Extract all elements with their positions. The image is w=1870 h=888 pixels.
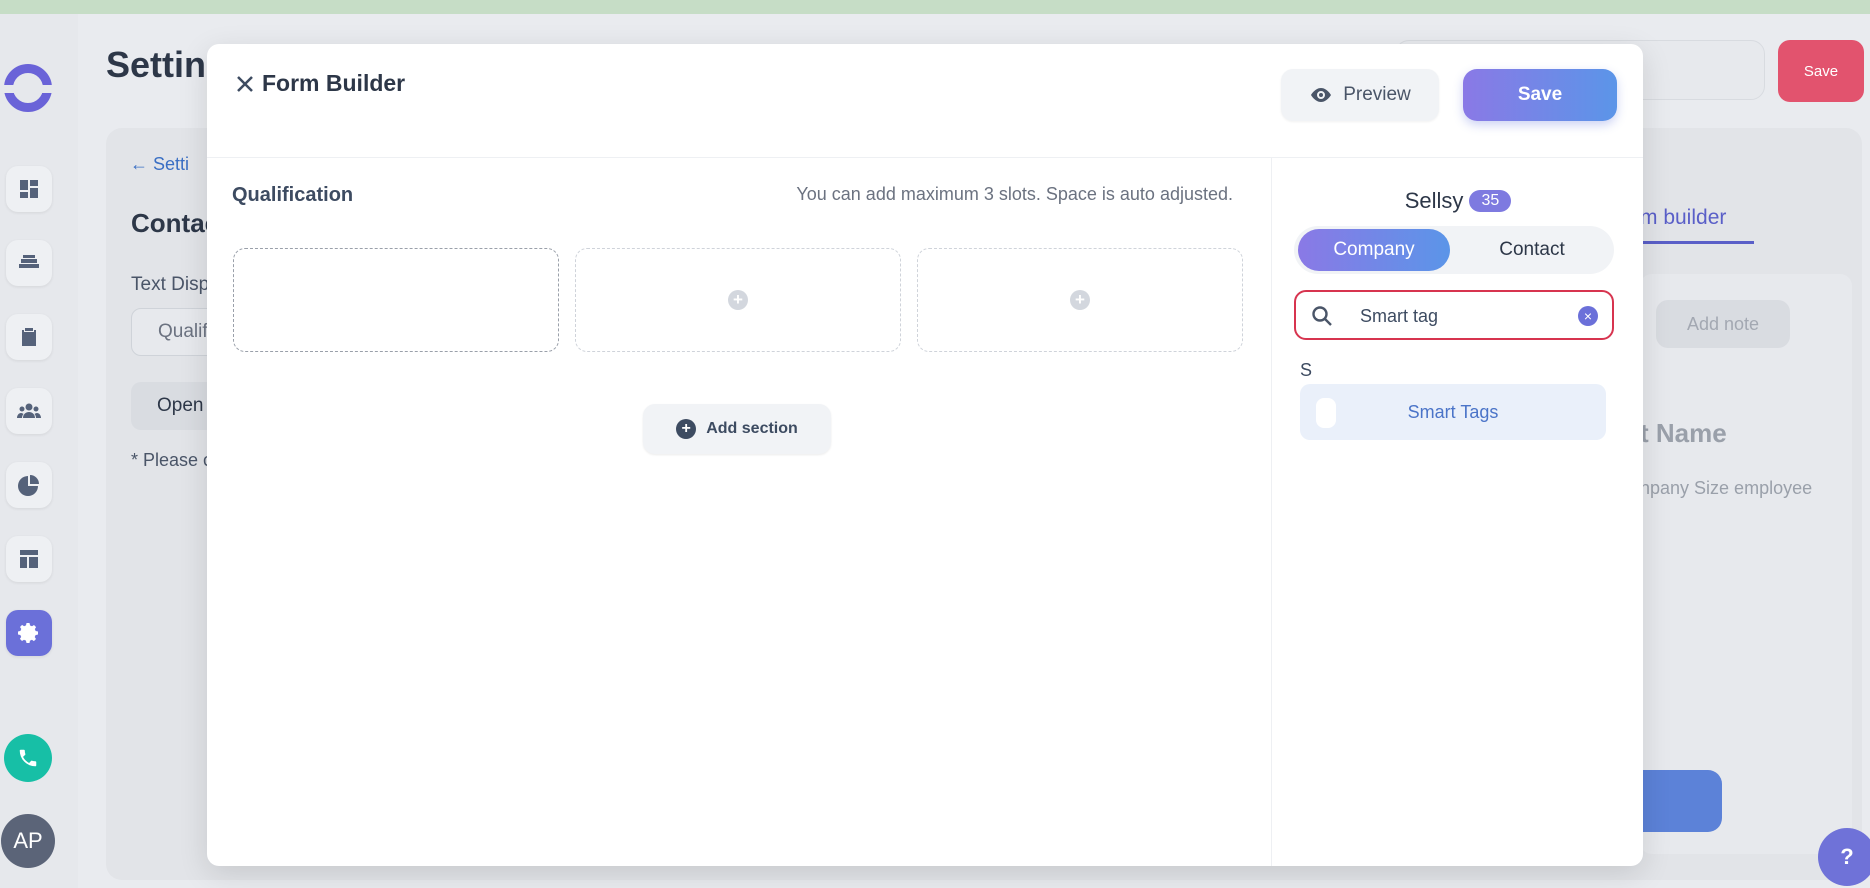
tab-contact[interactable]: Contact (1454, 229, 1610, 271)
bg-please-note: * Please c (131, 450, 213, 470)
help-chat-icon[interactable]: ? (1818, 828, 1870, 886)
slot-2[interactable]: + (575, 248, 901, 352)
preview-label: Preview (1343, 84, 1411, 105)
bg-save-button[interactable]: Save (1778, 40, 1864, 102)
entity-toggle: Company Contact (1294, 226, 1614, 274)
field-count-badge: 35 (1469, 190, 1512, 212)
top-banner (0, 0, 1870, 14)
phone-icon[interactable] (4, 734, 52, 782)
bg-add-note-button[interactable]: Add note (1656, 300, 1790, 348)
bg-tab-form-builder[interactable]: m builder (1640, 206, 1726, 230)
page-title: Settin (106, 44, 207, 85)
dashboard-icon[interactable] (6, 166, 52, 212)
bg-contact-heading: Contac (131, 208, 220, 238)
bg-preview-panel (1640, 274, 1852, 854)
clear-search-icon[interactable]: × (1578, 306, 1598, 326)
add-section-button[interactable]: + Add section (643, 404, 831, 454)
slots-hint: You can add maximum 3 slots. Space is au… (796, 184, 1233, 204)
eye-icon (1311, 88, 1332, 102)
tab-company[interactable]: Company (1298, 229, 1450, 271)
provider-name: Sellsy (1404, 188, 1464, 213)
app-logo-icon[interactable] (1, 64, 61, 112)
slot-1[interactable] (233, 248, 559, 352)
clipboard-icon[interactable] (6, 314, 52, 360)
group-letter: S (1300, 360, 1313, 380)
preview-button[interactable]: Preview (1281, 69, 1439, 121)
bg-primary-button[interactable] (1640, 770, 1722, 832)
slot-3[interactable]: + (917, 248, 1243, 352)
modal-header: Form Builder Preview Save (207, 44, 1643, 158)
user-avatar[interactable]: AP (1, 814, 55, 868)
list-item-label: Smart Tags (1407, 401, 1499, 422)
bg-text-display-label: Text Disp (131, 274, 210, 295)
provider-header: Sellsy 35 (1272, 188, 1643, 214)
field-search-box: × (1294, 290, 1614, 340)
layout-icon[interactable] (6, 536, 52, 582)
save-button[interactable]: Save (1463, 69, 1617, 121)
settings-gear-icon[interactable] (6, 610, 52, 656)
pie-chart-icon[interactable] (6, 462, 52, 508)
add-section-label: Add section (706, 420, 798, 437)
avatar-initials: AP (13, 828, 43, 853)
close-icon[interactable] (233, 72, 259, 98)
bg-back-label: Setti (153, 154, 190, 174)
field-search-input[interactable] (1360, 302, 1560, 330)
list-item[interactable]: Smart Tags (1300, 384, 1606, 440)
form-builder-modal: Form Builder Preview Save Qualification … (207, 44, 1643, 866)
bg-company-size-label: npany Size employee (1640, 478, 1813, 498)
add-slot-icon[interactable]: + (1070, 290, 1090, 310)
sidebar: AP (0, 14, 78, 888)
bg-back-link[interactable]: ← Setti (130, 154, 189, 175)
bg-tab-underline (1640, 241, 1754, 244)
users-icon[interactable] (6, 388, 52, 434)
add-slot-icon[interactable]: + (728, 290, 748, 310)
fields-panel: Sellsy 35 Company Contact × S Smart Tags (1271, 158, 1643, 866)
layers-icon[interactable] (6, 240, 52, 286)
search-icon (1312, 306, 1332, 326)
section-title: Qualification (232, 184, 354, 206)
bg-name-heading: t Name (1640, 418, 1727, 448)
modal-title: Form Builder (262, 70, 406, 96)
plus-circle-icon: + (676, 419, 697, 439)
